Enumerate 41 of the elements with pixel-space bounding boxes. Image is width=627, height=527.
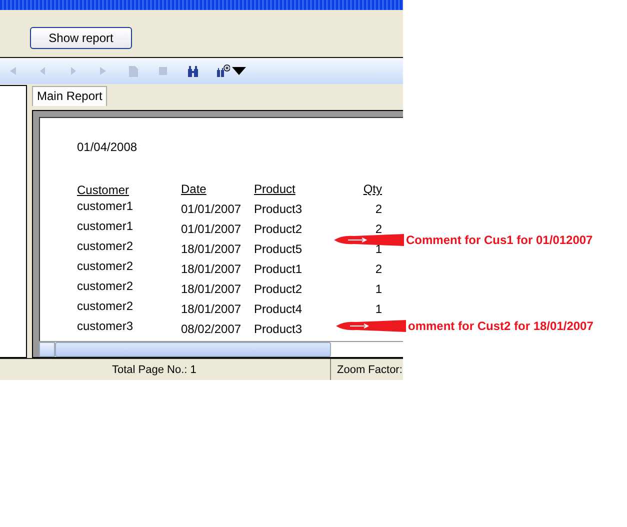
- date-cell-text: 01/01/2007: [181, 222, 242, 238]
- product-cell-text: Product5: [254, 242, 304, 258]
- customer-cell-text: customer2: [77, 239, 134, 255]
- date-cell-text: 18/01/2007: [181, 262, 242, 278]
- date-cell-text: 18/01/2007: [181, 282, 242, 298]
- product-cell-text: Product2: [254, 282, 304, 298]
- date-cell-text: 18/01/2007: [181, 242, 242, 258]
- product-cell-text: Product4: [254, 302, 304, 318]
- product-cell-text: Product1: [254, 262, 304, 278]
- qty-cell-text: 1: [374, 242, 382, 258]
- date-cell-text: 08/02/2007: [181, 322, 242, 338]
- page-count-label: Total Page No.: 1: [112, 359, 331, 380]
- annotation-text: Comment for Cus1 for 01/012007: [406, 233, 593, 247]
- qty-cell-text: 1: [374, 282, 382, 298]
- annotation-text: omment for Cust2 for 18/01/2007: [408, 319, 594, 333]
- column-header: Date: [181, 182, 208, 198]
- customer-cell-text: customer1: [77, 199, 134, 215]
- customer-cell-text: customer2: [77, 279, 134, 295]
- qty-cell-text: 2: [374, 222, 382, 238]
- qty-cell-text: 2: [374, 202, 382, 218]
- date-cell-text: 01/01/2007: [181, 202, 242, 218]
- column-header: Customer: [77, 183, 130, 199]
- zoom-factor-label: Zoom Factor:: [336, 363, 402, 378]
- column-header: Qty: [362, 182, 382, 198]
- product-cell-text: Product3: [254, 322, 304, 338]
- qty-cell-text: 2: [374, 262, 382, 278]
- product-cell-text: Product2: [254, 222, 304, 238]
- product-cell-text: Product3: [254, 202, 304, 218]
- report-tab[interactable]: Main Report: [32, 86, 108, 106]
- show-report-button[interactable]: Show report: [30, 27, 132, 49]
- customer-cell-text: customer1: [77, 219, 134, 235]
- horizontal-scrollbar[interactable]: [39, 342, 403, 357]
- report-date: 01/04/2008: [77, 140, 138, 154]
- customer-cell-text: customer2: [77, 259, 134, 275]
- binoculars-plus-icon[interactable]: [216, 64, 230, 78]
- qty-cell-text: 1: [374, 302, 382, 318]
- column-header: Product: [254, 182, 296, 198]
- customer-cell-text: customer3: [77, 319, 134, 335]
- binoculars-icon[interactable]: [186, 64, 200, 78]
- customer-cell-text: customer2: [77, 299, 134, 315]
- date-cell-text: 18/01/2007: [181, 302, 242, 318]
